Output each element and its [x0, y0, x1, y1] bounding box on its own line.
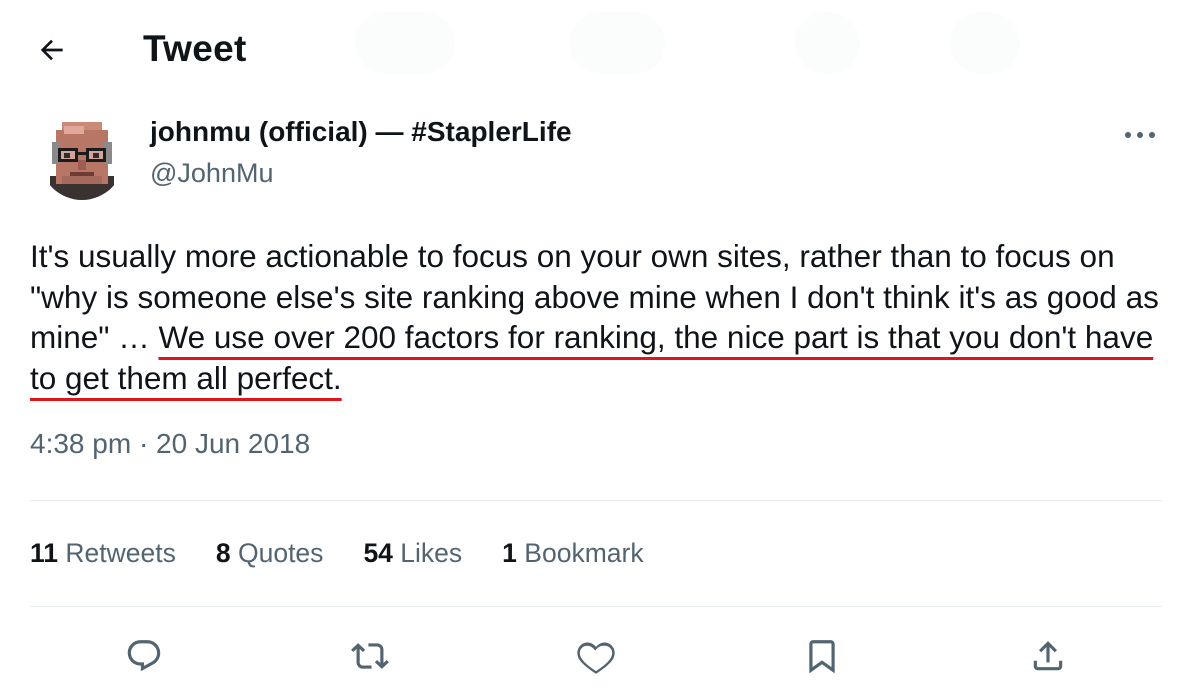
- stat-count: 11: [30, 538, 59, 568]
- like-button[interactable]: [570, 630, 622, 682]
- blurred-header-shape: [570, 12, 665, 74]
- stat-likes[interactable]: 54 Likes: [363, 538, 462, 569]
- back-button[interactable]: [30, 28, 74, 72]
- stat-label: Retweets: [65, 538, 176, 568]
- tweet-timestamp[interactable]: 4:38 pm · 20 Jun 2018: [30, 428, 310, 460]
- stat-label: Likes: [400, 538, 463, 568]
- page-header: Tweet: [0, 0, 1190, 100]
- blurred-header-shape: [795, 12, 860, 74]
- reply-icon: [127, 640, 161, 672]
- stat-bookmarks[interactable]: 1 Bookmark: [502, 538, 643, 569]
- stat-retweets[interactable]: 11 Retweets: [30, 538, 176, 569]
- author-handle[interactable]: @JohnMu: [150, 158, 273, 189]
- share-icon: [1033, 641, 1063, 671]
- stat-label: Bookmark: [524, 538, 644, 568]
- tweet-text-highlighted: We use over 200 factors for ranking, the…: [30, 319, 1154, 396]
- stat-count: 54: [363, 538, 393, 568]
- tweet-action-bar: [0, 628, 1190, 688]
- share-button[interactable]: [1022, 630, 1074, 682]
- blurred-header-shape: [355, 12, 455, 74]
- like-icon: [577, 642, 615, 674]
- author-name[interactable]: johnmu (official) — #StaplerLife: [150, 116, 572, 148]
- avatar[interactable]: [40, 116, 124, 200]
- tweet-text: It's usually more actionable to focus on…: [30, 236, 1160, 398]
- pixel-portrait-image: [40, 116, 124, 200]
- blurred-header-shape: [950, 12, 1020, 74]
- bookmark-button[interactable]: [796, 630, 848, 682]
- stat-label: Quotes: [237, 538, 324, 568]
- back-arrow-icon: [40, 39, 63, 61]
- retweet-button[interactable]: [344, 630, 396, 682]
- more-options-button[interactable]: [1120, 120, 1160, 150]
- stat-count: 8: [215, 538, 231, 568]
- divider: [30, 606, 1162, 607]
- reply-button[interactable]: [118, 630, 170, 682]
- retweet-icon: [351, 643, 389, 669]
- bookmark-icon: [809, 640, 835, 674]
- tweet-author: johnmu (official) — #StaplerLife @JohnMu: [30, 108, 1160, 208]
- more-icon: [1125, 132, 1155, 138]
- stat-count: 1: [502, 538, 517, 568]
- divider: [30, 500, 1162, 501]
- stat-quotes[interactable]: 8 Quotes: [216, 538, 324, 569]
- tweet-stats: 11 Retweets 8 Quotes 54 Likes 1 Bookmark: [30, 538, 684, 569]
- page-title: Tweet: [143, 28, 247, 69]
